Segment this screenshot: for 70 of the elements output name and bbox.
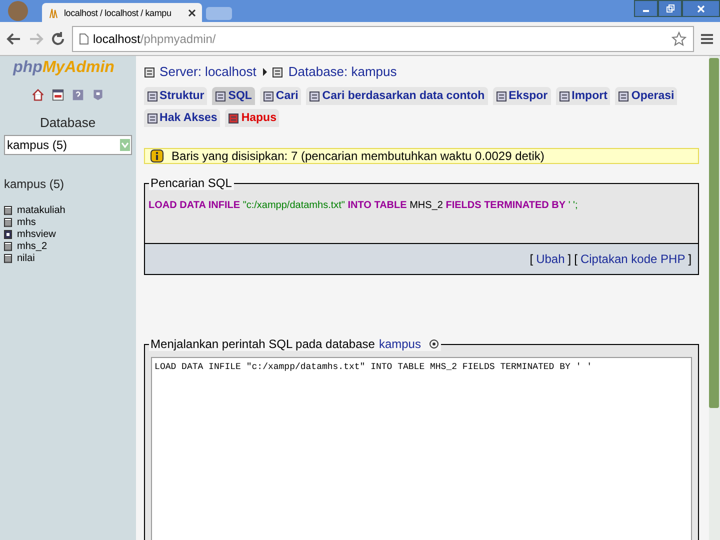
tab-icon — [215, 90, 228, 102]
restore-button[interactable] — [658, 0, 682, 17]
table-link[interactable]: mhsview — [17, 229, 56, 240]
bracket-text: [ — [574, 252, 578, 266]
tab[interactable]: Cari — [260, 87, 302, 105]
table-link[interactable]: nilai — [17, 253, 35, 264]
breadcrumb-arrow-icon — [262, 66, 268, 76]
scrollbar[interactable] — [708, 56, 720, 540]
close-tab-icon[interactable] — [188, 8, 196, 16]
tab[interactable]: Ekspor — [492, 87, 551, 105]
table-link[interactable]: matakuliah — [17, 205, 66, 216]
back-icon[interactable] — [6, 30, 22, 46]
table-icon[interactable] — [4, 218, 12, 227]
panel-legend: Menjalankan perintah SQL pada database — [150, 337, 375, 351]
server-icon — [144, 66, 156, 78]
page-icon — [79, 32, 89, 44]
table-icon[interactable] — [4, 206, 12, 215]
tab[interactable]: Hak Akses — [144, 109, 220, 127]
close-icon — [696, 4, 706, 14]
tab[interactable]: Operasi — [615, 87, 678, 105]
tab[interactable]: SQL — [212, 87, 255, 105]
breadcrumb-link[interactable]: Database: kampus — [288, 64, 397, 79]
tab[interactable]: Import — [556, 87, 610, 105]
table-icon[interactable] — [4, 242, 12, 251]
table-link[interactable]: mhs — [17, 217, 36, 228]
sql-editor[interactable]: LOAD DATA INFILE "c:/xampp/datamhs.txt" INTO TABLE MHS_2 FIELDS TERMINATED BY ' ' — [150, 357, 692, 540]
breadcrumb-link[interactable]: Server: localhost — [160, 64, 256, 79]
restore-icon — [665, 4, 675, 14]
panel-legend: Pencarian SQL — [148, 176, 234, 190]
reload-icon[interactable] — [50, 30, 66, 46]
tab-icon — [496, 90, 508, 102]
profile-avatar-icon — [8, 1, 28, 21]
query-action-link[interactable]: Ciptakan kode PHP — [580, 252, 686, 266]
home-icon[interactable] — [32, 89, 44, 101]
close-window-button[interactable] — [682, 0, 720, 17]
table-link[interactable]: mhs_2 — [17, 241, 48, 252]
bookmark-star-icon[interactable] — [671, 30, 687, 46]
sql-query-text: LOAD DATA INFILE "c:/xampp/datamhs.txt" INTO TABLE MHS_2 FIELDS TERMINATED BY ' '; — [148, 199, 579, 213]
help-icon[interactable] — [428, 339, 439, 349]
notice-message: Baris yang disisipkan: 7 (pencarian membutuhkan waktu 0.0029 detik) — [172, 149, 544, 163]
database-icon — [272, 66, 284, 78]
bracket-text: ] — [688, 252, 692, 266]
tab-icon — [228, 112, 240, 124]
query-window-icon[interactable] — [52, 89, 64, 101]
tab-icon — [146, 90, 159, 102]
minimize-button[interactable] — [634, 0, 658, 17]
tab[interactable]: Hapus — [225, 109, 280, 127]
menu-icon[interactable] — [700, 32, 714, 46]
query-action-link[interactable]: Ubah — [536, 252, 565, 266]
bracket-text: [ — [530, 252, 534, 266]
view-icon[interactable] — [4, 230, 12, 239]
minimize-icon — [643, 10, 649, 12]
bracket-text: ] — [568, 252, 572, 266]
favicon-icon — [48, 6, 60, 18]
tab-icon — [618, 90, 630, 102]
tab[interactable]: Struktur — [144, 87, 208, 105]
tab-icon — [146, 112, 159, 124]
info-icon — [150, 149, 164, 163]
tab-icon — [262, 90, 275, 102]
tab[interactable]: Cari berdasarkan data contoh — [306, 87, 488, 105]
database-label: Database — [38, 115, 97, 130]
database-link[interactable]: kampus — [378, 337, 421, 351]
tab-icon — [558, 90, 571, 102]
browser-tab[interactable]: localhost / localhost / kampu — [42, 3, 202, 22]
database-name[interactable]: kampus (5) — [4, 177, 136, 191]
tab-icon — [309, 90, 322, 102]
address-bar[interactable]: localhost/phpmyadmin/ — [72, 26, 694, 52]
table-icon[interactable] — [4, 254, 12, 263]
documentation-icon[interactable] — [92, 89, 104, 101]
database-select[interactable]: kampus (5) — [4, 135, 132, 155]
